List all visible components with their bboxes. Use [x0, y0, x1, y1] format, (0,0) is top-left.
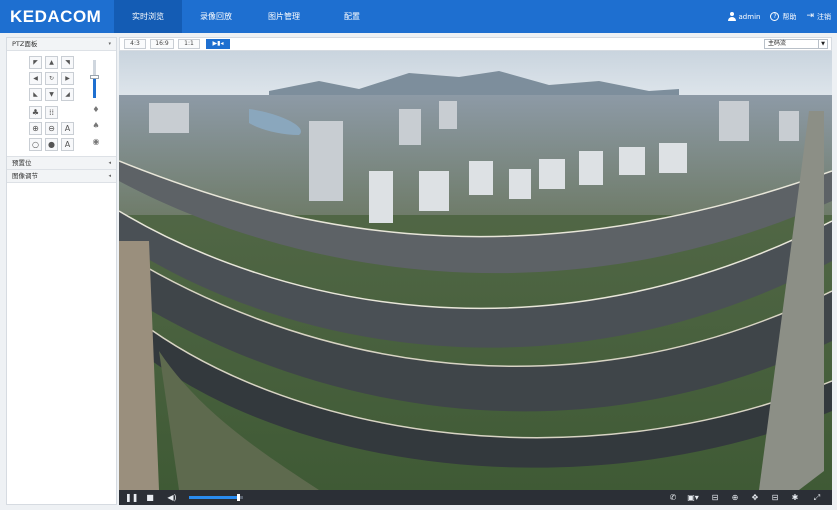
volume-icon[interactable]: ◀): [165, 492, 179, 503]
ratio-1-1-button[interactable]: 1:1: [178, 39, 200, 49]
ptz-left-button[interactable]: ◀: [29, 72, 42, 85]
stream-select[interactable]: 主码流 ▼: [764, 39, 828, 49]
snapshot-icon[interactable]: ▣▾: [685, 492, 701, 503]
tab-live-view[interactable]: 实时浏览: [114, 0, 182, 33]
tab-picture-management[interactable]: 图片管理: [250, 0, 318, 33]
ptz-panel-title: PTZ面板: [12, 40, 38, 48]
ptz-iris-row: ○ ● A: [29, 138, 74, 151]
username: admin: [738, 12, 761, 21]
settings-icon[interactable]: ✱: [789, 492, 801, 503]
volume-knob[interactable]: [236, 494, 240, 501]
digital-zoom-icon[interactable]: ⊕: [729, 492, 741, 503]
tab-config[interactable]: 配置: [318, 0, 386, 33]
help-link[interactable]: ? 帮助: [770, 12, 796, 22]
ptz-panel-header[interactable]: PTZ面板 ▾: [7, 38, 116, 51]
ptz-auto-scan-button[interactable]: ↻: [45, 72, 58, 85]
chevron-left-icon: ◂: [108, 160, 111, 166]
ptz-zoom-row: ⊕ ⊖ A: [29, 122, 74, 135]
stop-icon[interactable]: ■: [145, 492, 155, 503]
ptz-up-button[interactable]: ▲: [45, 56, 58, 69]
tab-playback[interactable]: 录像回放: [182, 0, 250, 33]
image-adjust-panel-header[interactable]: 图像调节 ◂: [7, 170, 116, 183]
ratio-16-9-button[interactable]: 16:9: [150, 39, 174, 49]
zoom-out-icon[interactable]: ⊖: [45, 122, 58, 135]
ptz-speed-fill: [93, 77, 96, 98]
fit-window-button[interactable]: ▶▮◂: [206, 39, 230, 49]
preset-panel-header[interactable]: 预置位 ◂: [7, 157, 116, 170]
ptz-direction-pad: ◤ ▲ ◥ ◀ ↻ ▶ ◣ ▼ ◢: [29, 56, 74, 101]
ptz-3d-icon[interactable]: ✥: [749, 492, 761, 503]
logout-label: 注销: [817, 12, 831, 21]
ptz-down-button[interactable]: ▼: [45, 88, 58, 101]
logout-icon: ⇥: [806, 11, 814, 21]
user-bar: admin ? 帮助 ⇥ 注销: [727, 0, 831, 33]
ptz-down-left-button[interactable]: ◣: [29, 88, 42, 101]
ptz-speed-slider[interactable]: [90, 60, 99, 98]
defog-icon[interactable]: ♠: [91, 121, 101, 131]
top-header: KEDACOM 实时浏览 录像回放 图片管理 配置 admin ? 帮助 ⇥ 注…: [0, 0, 837, 33]
user-menu[interactable]: admin: [727, 12, 761, 21]
iris-close-icon[interactable]: ●: [45, 138, 58, 151]
help-label: 帮助: [782, 12, 797, 21]
light-icon[interactable]: ♣: [29, 106, 42, 119]
ptz-down-right-button[interactable]: ◢: [61, 88, 74, 101]
ptz-right-button[interactable]: ▶: [61, 72, 74, 85]
player-control-bar: ❚❚ ■ ◀) ✆ ▣▾ ⊟ ⊕ ✥ ⊟ ✱ ⤢: [119, 490, 832, 505]
focus-far-icon[interactable]: A: [61, 138, 74, 151]
wiper-icon[interactable]: ⁞⁞: [45, 106, 58, 119]
logout-link[interactable]: ⇥ 注销: [806, 12, 831, 22]
preset-panel-title: 预置位: [12, 159, 32, 167]
help-icon: ?: [770, 12, 780, 21]
main-nav: 实时浏览 录像回放 图片管理 配置: [114, 0, 386, 33]
zoom-in-icon[interactable]: ⊕: [29, 122, 42, 135]
live-video[interactable]: [119, 51, 832, 490]
volume-fill: [189, 496, 238, 499]
pause-icon[interactable]: ❚❚: [125, 492, 138, 503]
fullscreen-icon[interactable]: ⤢: [811, 492, 823, 503]
ptz-panel: ◤ ▲ ◥ ◀ ↻ ▶ ◣ ▼ ◢ ♣ ⁞⁞ ⊕ ⊖ A ○ ● A ♦ ♠ ◉: [7, 51, 116, 157]
bulb-icon[interactable]: ♦: [91, 105, 101, 115]
eye-icon[interactable]: ◉: [91, 137, 101, 147]
volume-slider[interactable]: [189, 494, 243, 501]
chevron-down-icon: ▼: [818, 40, 827, 48]
image-adjust-panel-title: 图像调节: [12, 172, 38, 180]
focus-near-icon[interactable]: A: [61, 122, 74, 135]
kedacom-logo: KEDACOM: [10, 7, 102, 26]
chevron-left-icon: ◂: [108, 173, 111, 179]
phone-icon[interactable]: ✆: [667, 492, 679, 503]
record-icon[interactable]: ⊟: [709, 492, 721, 503]
ratio-4-3-button[interactable]: 4:3: [124, 39, 146, 49]
video-frame-image: [119, 51, 832, 490]
ptz-up-right-button[interactable]: ◥: [61, 56, 74, 69]
ptz-up-left-button[interactable]: ◤: [29, 56, 42, 69]
chevron-down-icon: ▾: [108, 41, 111, 47]
ptz-light-row: ♣ ⁞⁞: [29, 106, 58, 119]
user-icon: [727, 12, 736, 21]
stream-select-value: 主码流: [768, 40, 787, 47]
split-icon[interactable]: ⊟: [769, 492, 781, 503]
view-toolbar: 4:3 16:9 1:1 ▶▮◂ 主码流 ▼: [119, 37, 832, 51]
iris-open-icon[interactable]: ○: [29, 138, 42, 151]
ptz-speed-knob[interactable]: [90, 75, 99, 80]
sidebar: PTZ面板 ▾ ◤ ▲ ◥ ◀ ↻ ▶ ◣ ▼ ◢ ♣ ⁞⁞ ⊕ ⊖ A ○ ●…: [6, 37, 117, 505]
